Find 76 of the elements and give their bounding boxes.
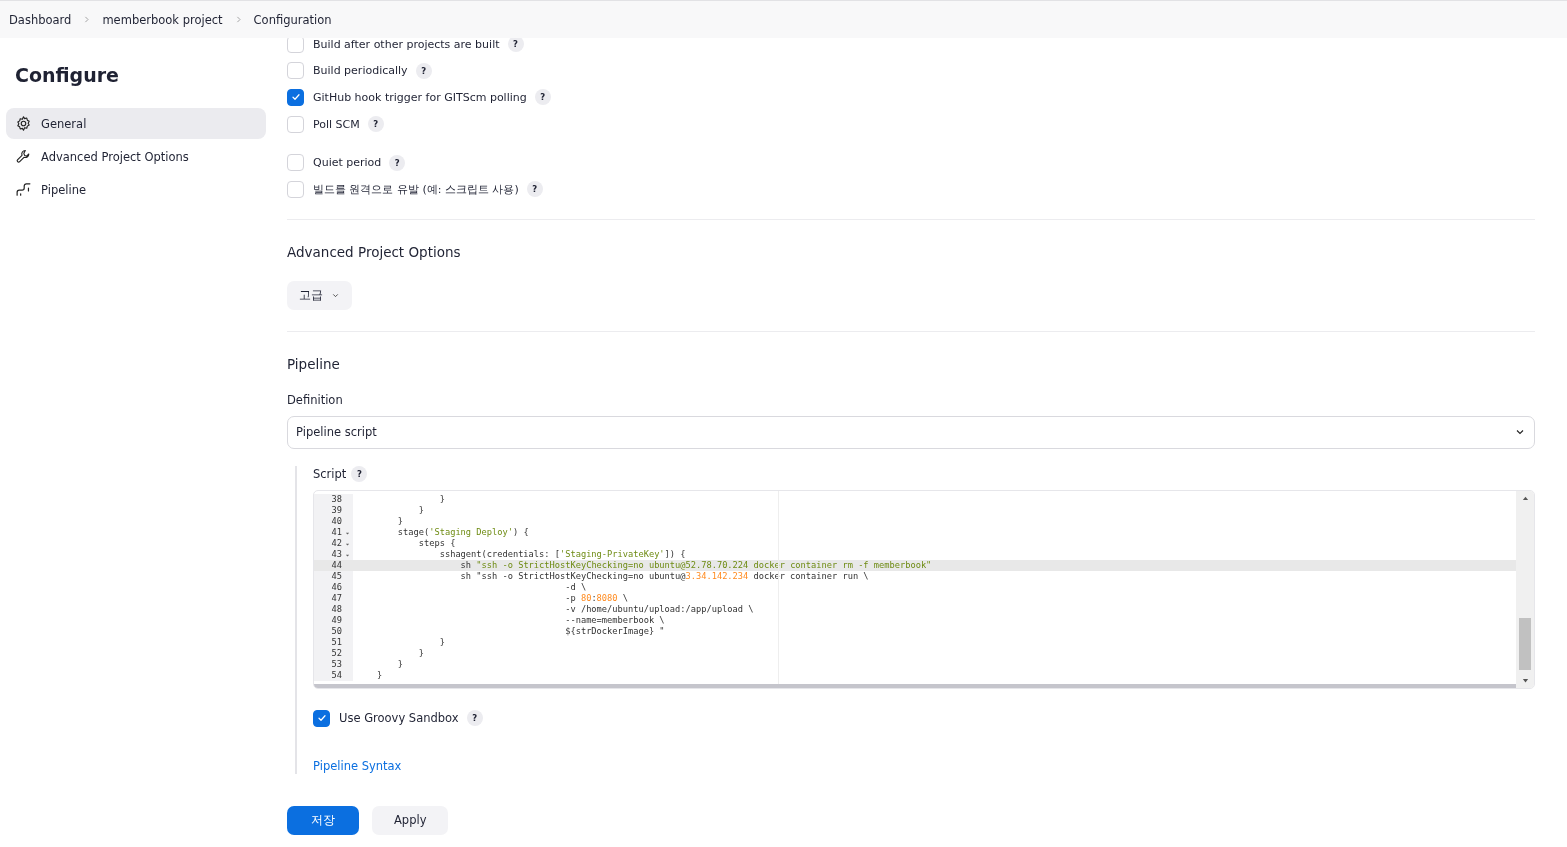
chevron-icon (82, 15, 92, 24)
fold-arrow-icon[interactable] (345, 552, 350, 558)
field-label: Script (313, 467, 347, 482)
line-number: 48 (314, 603, 353, 615)
checkbox-label: 빌드를 원격으로 유발 (예: 스크립트 사용) (313, 181, 519, 197)
line-number: 52 (314, 647, 353, 659)
vertical-scrollbar[interactable] (1516, 490, 1534, 688)
code-line: -p 80:8080 \ (564, 592, 629, 604)
checkbox-label: Poll SCM (313, 117, 360, 131)
help-button[interactable]: ? (351, 466, 368, 483)
help-button[interactable]: ? (526, 181, 543, 198)
code-line: ${strDockerImage} " (564, 625, 666, 637)
line-number: 42 (314, 537, 353, 549)
horizontal-scrollbar[interactable] (314, 683, 1516, 688)
code-line: sh "ssh -o StrictHostKeyChecking=no ubuntu@3.34.142.234 docker container run \ (459, 570, 870, 582)
code-line: } (417, 504, 425, 516)
help-button[interactable]: ? (466, 710, 483, 727)
line-number: 41 (314, 526, 353, 538)
save-button[interactable]: 저장 (287, 805, 359, 835)
breadcrumb-link[interactable]: memberbook project (102, 12, 223, 27)
code-line: sshagent(credentials: ['Staging-PrivateKey']) { (438, 548, 687, 560)
line-number: 47 (314, 592, 353, 604)
apply-button[interactable]: Apply (372, 805, 449, 835)
checkbox[interactable] (313, 709, 330, 727)
breadcrumb-link[interactable]: Dashboard (9, 12, 72, 27)
sidebar-item[interactable]: General (6, 108, 266, 139)
scrollbar-thumb[interactable] (1519, 617, 1531, 670)
pipeline-icon (15, 181, 32, 198)
code-line: -v /home/ubuntu/upload:/app/upload \ (564, 603, 755, 615)
definition-dropdown[interactable]: Pipeline script (287, 415, 1535, 449)
fold-arrow-icon[interactable] (345, 530, 350, 536)
line-number: 49 (314, 614, 353, 626)
line-number: 40 (314, 515, 353, 527)
line-number: 46 (314, 581, 353, 593)
fold-arrow-icon[interactable] (345, 541, 350, 547)
checkbox-label: GitHub hook trigger for GITScm polling (313, 91, 527, 104)
section-heading: Pipeline (287, 355, 341, 372)
code-line: } (396, 515, 405, 527)
code-line: stage('Staging Deploy') { (396, 526, 530, 538)
page-title: Configure (15, 64, 120, 86)
sidebar-item[interactable]: Pipeline (6, 174, 266, 205)
line-number: 51 (314, 636, 353, 648)
code-line: } (438, 636, 446, 648)
settings-icon (15, 115, 32, 132)
line-number: 50 (314, 625, 353, 637)
checkbox-label: Quiet period (313, 156, 382, 170)
code-line: -d \ (564, 581, 588, 593)
code-editor[interactable] (313, 489, 1535, 689)
breadcrumb-link[interactable]: Configuration (253, 12, 332, 27)
code-line: } (375, 669, 384, 681)
wrench-icon (15, 148, 32, 165)
checkbox-label: Build periodically (313, 64, 408, 78)
line-number: 54 (314, 669, 353, 681)
pipeline-syntax-link[interactable]: Pipeline Syntax (313, 758, 402, 773)
help-button[interactable]: ? (415, 62, 432, 79)
code-line: sh "ssh -o StrictHostKeyChecking=no ubuntu@52.78.70.224 docker container rm -f memberbook" (459, 559, 933, 571)
line-number: 39 (314, 504, 353, 516)
code-line: } (438, 493, 446, 505)
field-label: Definition (287, 392, 344, 407)
code-line: } (396, 658, 405, 670)
line-number: 53 (314, 658, 353, 670)
help-button[interactable]: ? (389, 154, 406, 171)
advanced-button[interactable]: 고급 (287, 280, 352, 310)
code-line: steps { (417, 537, 457, 549)
checkbox-label: Use Groovy Sandbox (339, 711, 459, 726)
line-number: 43 (314, 548, 353, 560)
code-line: } (417, 647, 425, 659)
line-number: 38 (314, 493, 353, 505)
checkbox-label: Build after other projects are built (313, 37, 500, 51)
help-button[interactable]: ? (367, 116, 384, 133)
checkbox[interactable] (287, 89, 304, 106)
help-button[interactable]: ? (534, 89, 551, 106)
code-line: --name=memberbook \ (564, 614, 666, 626)
line-number: 45 (314, 570, 353, 582)
section-heading: Advanced Project Options (287, 243, 462, 260)
sidebar-item[interactable]: Advanced Project Options (6, 141, 266, 172)
